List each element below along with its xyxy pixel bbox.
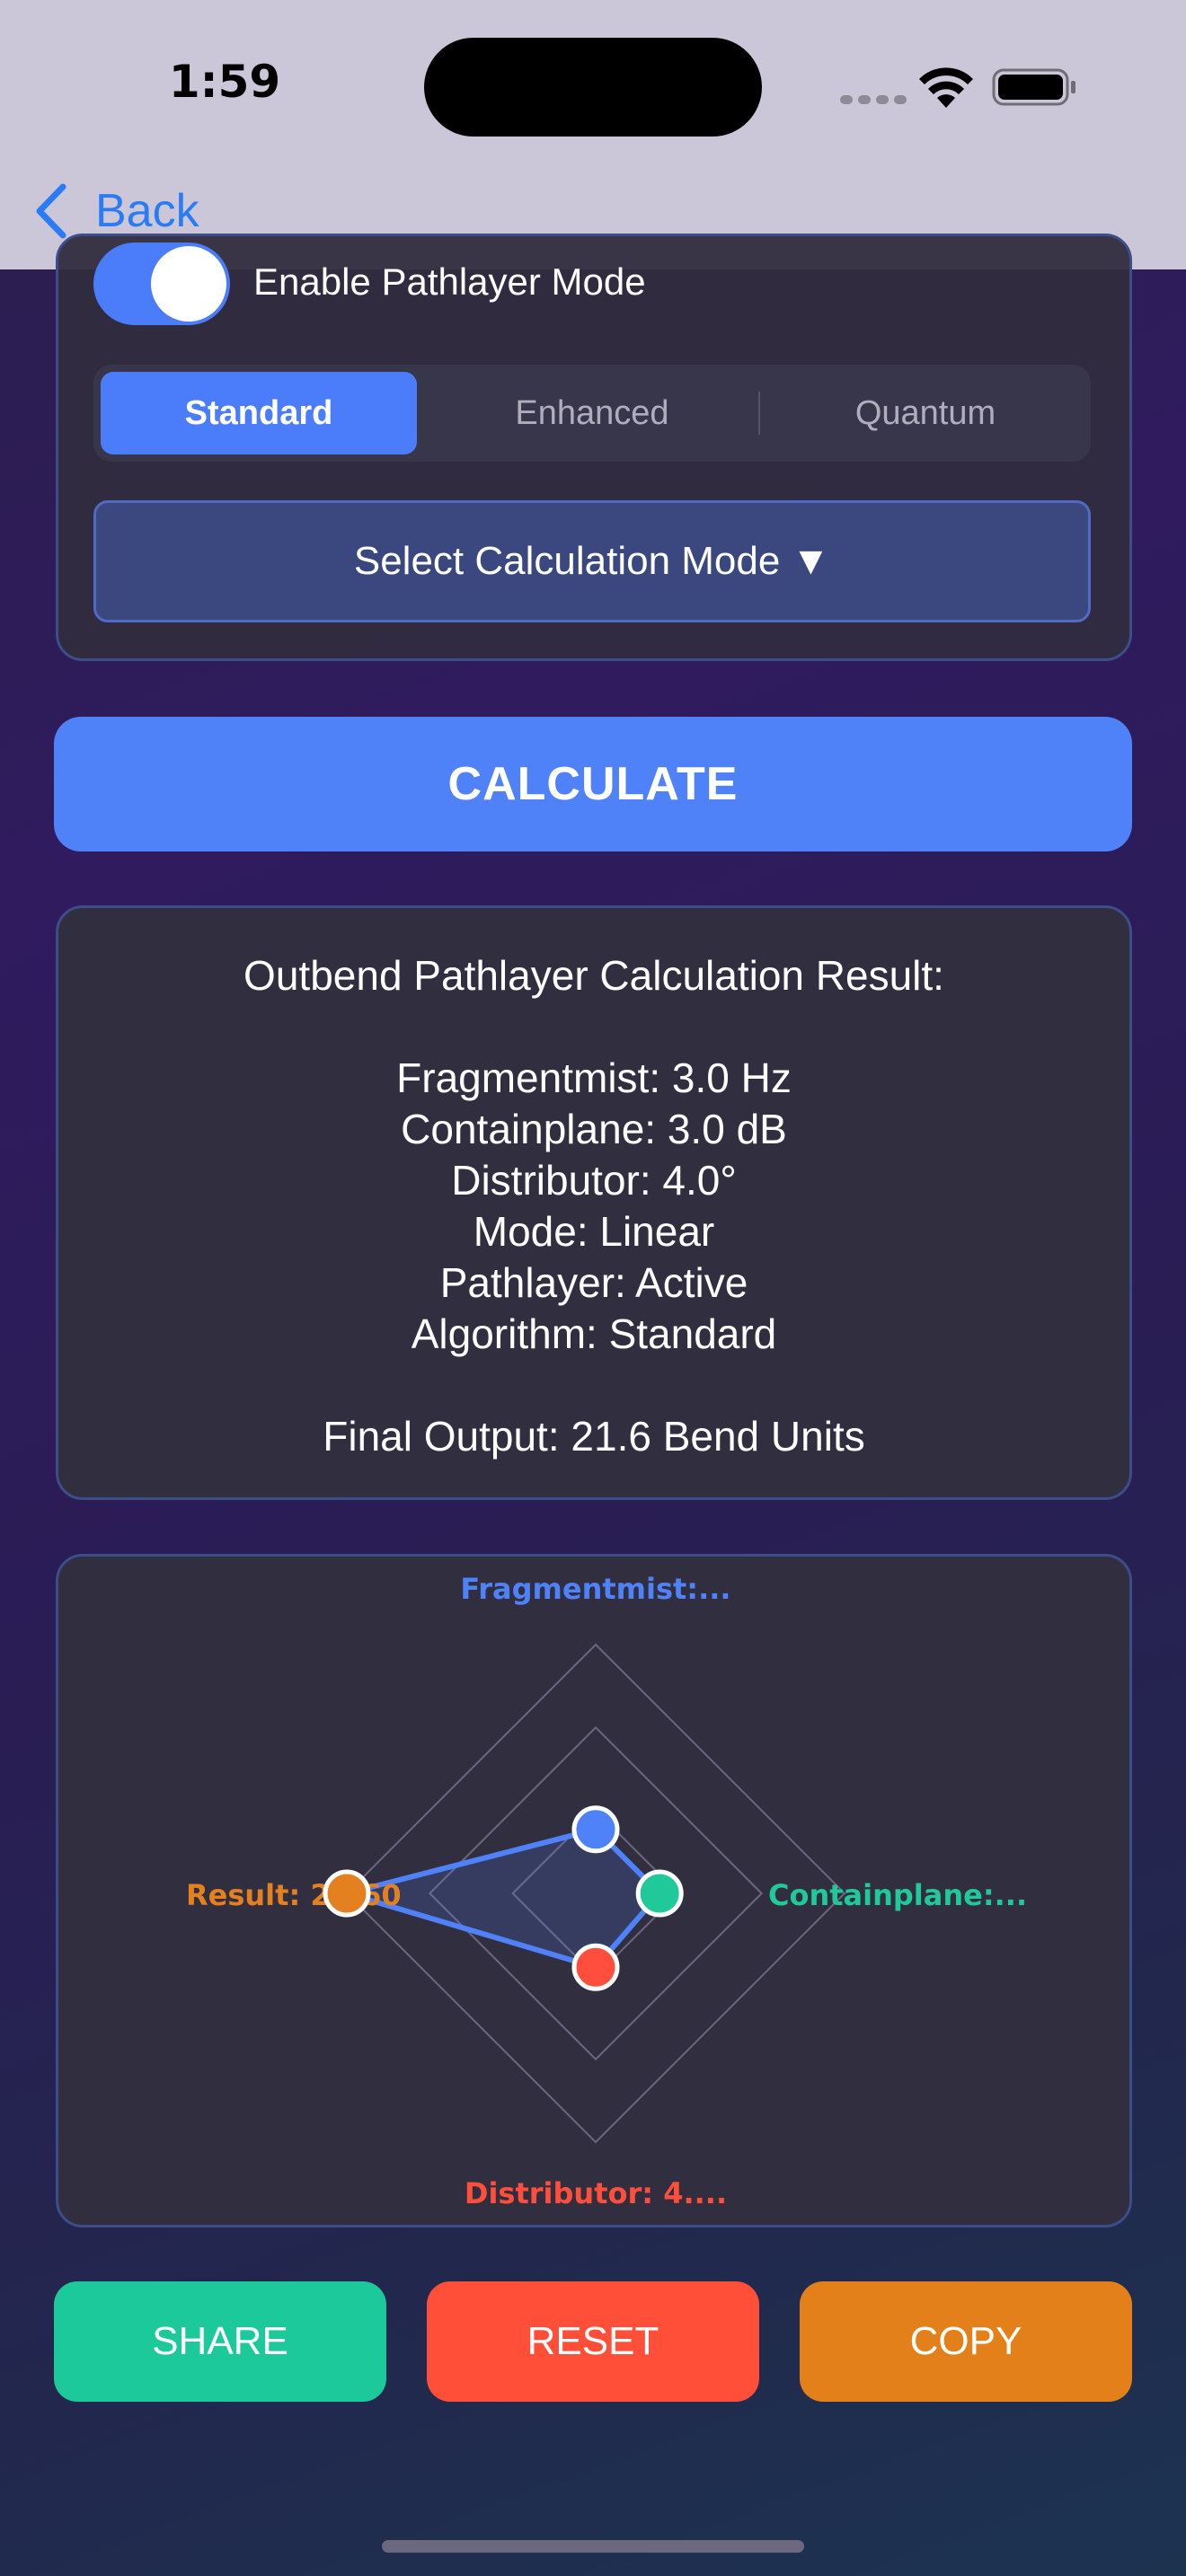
result-line: Fragmentmist: 3.0 Hz: [396, 1054, 792, 1101]
result-line: Distributor: 4.0°: [451, 1157, 737, 1204]
calculate-button[interactable]: CALCULATE: [54, 717, 1132, 851]
radar-chart: Fragmentmist:... Containplane:... Distribu…: [186, 1572, 1027, 2210]
radar-axis-label: Fragmentmist:...: [460, 1572, 730, 1606]
calculation-mode-select[interactable]: Select Calculation Mode ▼: [93, 500, 1091, 622]
radar-point: [571, 1943, 620, 1991]
radar-axis-label: Containplane:...: [768, 1878, 1027, 1912]
segment-divider: [758, 392, 760, 435]
pathlayer-mode-toggle[interactable]: [93, 243, 230, 325]
result-card: Outbend Pathlayer Calculation Result: Fr…: [56, 905, 1132, 1500]
reset-button[interactable]: RESET: [427, 2281, 759, 2402]
pathlayer-mode-label: Enable Pathlayer Mode: [253, 260, 646, 303]
battery-icon: [992, 68, 1075, 106]
status-time: 1:59: [168, 56, 281, 108]
radar-axis-label: Distributor: 4....: [465, 2176, 727, 2210]
result-title: Outbend Pathlayer Calculation Result:: [243, 952, 944, 999]
radar-point: [635, 1869, 684, 1918]
radar-chart-card: Fragmentmist:... Containplane:... Distribu…: [56, 1554, 1132, 2228]
result-line: Algorithm: Standard: [411, 1310, 777, 1357]
segment-enhanced[interactable]: Enhanced: [434, 372, 750, 454]
radar-point: [323, 1869, 371, 1918]
home-indicator: [382, 2540, 804, 2553]
share-button[interactable]: SHARE: [54, 2281, 386, 2402]
status-bar: 1:59 Back: [0, 0, 1186, 269]
dynamic-island: [424, 38, 762, 137]
algorithm-segmented-control: Standard Enhanced Quantum: [93, 365, 1091, 462]
chevron-left-icon: [36, 183, 66, 239]
radar-point: [571, 1805, 620, 1854]
result-line: Mode: Linear: [473, 1208, 715, 1255]
segment-standard[interactable]: Standard: [101, 372, 417, 454]
final-output: Final Output: 21.6 Bend Units: [323, 1413, 865, 1460]
wifi-icon: [919, 67, 973, 108]
result-line: Containplane: 3.0 dB: [401, 1106, 787, 1152]
toggle-knob: [151, 246, 226, 322]
result-line: Pathlayer: Active: [439, 1259, 748, 1306]
back-label: Back: [95, 185, 199, 237]
copy-button[interactable]: COPY: [800, 2281, 1132, 2402]
segment-quantum[interactable]: Quantum: [767, 372, 1084, 454]
